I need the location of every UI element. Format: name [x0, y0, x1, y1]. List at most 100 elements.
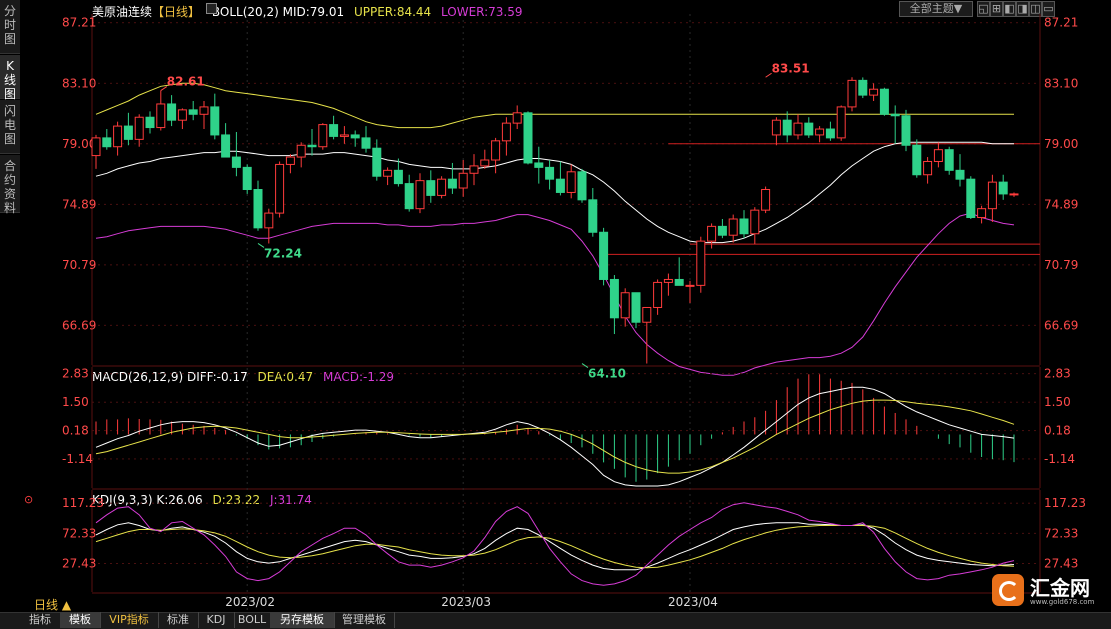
candle-body-75: [901, 115, 911, 146]
candle-body-36: [480, 159, 490, 167]
kdj-ytick-left-2: 27.43: [62, 557, 96, 571]
candle-body-54: [674, 278, 684, 286]
bottom-tab-0[interactable]: 指标: [20, 612, 61, 628]
candle-body-58: [717, 225, 727, 236]
kdj-ytick-right-2: 27.43: [1044, 557, 1078, 571]
candle-body-62: [761, 189, 771, 211]
candle-body-11: [210, 106, 220, 136]
candle-body-82: [977, 208, 987, 219]
bottom-tab-4[interactable]: KDJ: [198, 612, 235, 628]
candle-body-68: [825, 128, 835, 139]
candle-body-33: [447, 178, 457, 189]
kdj-ytick-right-1: 72.33: [1044, 526, 1078, 540]
candle-body-85: [1009, 193, 1019, 196]
candle-body-41: [534, 162, 544, 168]
candle-body-28: [393, 169, 403, 185]
bottom-tab-6[interactable]: 另存模板: [270, 612, 335, 628]
candle-body-22: [329, 124, 339, 137]
macd-ytick-left-0: 2.83: [62, 367, 89, 381]
macd-ytick-right-3: -1.14: [1044, 452, 1075, 466]
candle-body-26: [372, 147, 382, 177]
candle-body-52: [653, 281, 663, 308]
candle-body-60: [739, 218, 749, 235]
candle-body-59: [728, 218, 738, 236]
candle-body-65: [793, 122, 803, 136]
candle-body-13: [231, 156, 241, 168]
macd-ytick-left-1: 1.50: [62, 395, 89, 409]
candle-body-45: [577, 171, 587, 201]
kdj-d-line: [95, 525, 1015, 569]
candle-body-21: [318, 124, 328, 148]
candle-body-57: [707, 225, 717, 242]
macd-ytick-right-2: 0.18: [1044, 424, 1071, 438]
candle-body-48: [609, 278, 619, 319]
candle-body-39: [512, 112, 522, 124]
candle-body-34: [458, 172, 468, 189]
candle-body-73: [879, 88, 889, 115]
site-logo: 汇金网 www.gold678.com: [992, 572, 1102, 608]
candle-body-31: [426, 180, 436, 196]
bottom-tab-1[interactable]: 模板: [60, 612, 101, 628]
candle-body-43: [555, 178, 565, 193]
candle-body-76: [912, 144, 922, 176]
macd-ytick-right-1: 1.50: [1044, 395, 1071, 409]
candle-body-30: [415, 180, 425, 210]
bottom-tab-7[interactable]: 管理模板: [334, 612, 395, 628]
main-ytick-left-4: 70.79: [62, 258, 96, 272]
candle-body-17: [275, 163, 285, 214]
chart-stage: 分时图K线图闪电图合约资料 美原油连续【日线】 BOLL(20,2) MID:7…: [0, 0, 1111, 629]
candle-body-20: [307, 144, 317, 148]
candle-body-3: [123, 125, 133, 140]
candle-body-23: [339, 134, 349, 137]
x-tick-2: 2023/04: [668, 595, 718, 609]
candle-body-70: [847, 79, 857, 108]
macd-ytick-left-3: -1.14: [62, 452, 93, 466]
candle-body-29: [404, 183, 414, 210]
period-selector[interactable]: 日线 ▲: [34, 596, 71, 613]
main-ytick-left-3: 74.89: [62, 197, 96, 211]
candle-body-42: [545, 166, 555, 180]
main-ytick-right-3: 74.89: [1044, 197, 1078, 211]
candle-body-14: [242, 166, 252, 191]
candle-body-8: [177, 109, 187, 121]
bottom-tab-3[interactable]: 标准: [158, 612, 199, 628]
candle-body-2: [113, 125, 123, 148]
candle-body-35: [469, 165, 479, 174]
candle-body-61: [750, 209, 760, 235]
candle-body-4: [134, 116, 144, 140]
candle-body-71: [858, 79, 868, 96]
candle-body-56: [696, 240, 706, 286]
macd-ytick-right-0: 2.83: [1044, 367, 1071, 381]
candle-body-44: [566, 171, 576, 193]
kdj-ytick-right-0: 117.23: [1044, 496, 1086, 510]
candle-body-12: [221, 134, 231, 158]
bottom-tab-2[interactable]: VIP指标: [100, 612, 159, 628]
candle-body-32: [437, 178, 447, 196]
candle-body-74: [890, 113, 900, 117]
candle-body-15: [253, 189, 263, 229]
kdj-j-line: [95, 502, 1015, 586]
candle-body-25: [361, 137, 371, 149]
annotation-label-1: 72.24: [264, 246, 302, 260]
candle-body-24: [350, 134, 360, 139]
candle-body-80: [955, 169, 965, 180]
candle-body-72: [869, 88, 879, 96]
candle-body-81: [966, 178, 976, 219]
main-ytick-right-1: 83.10: [1044, 76, 1078, 90]
x-tick-1: 2023/03: [441, 595, 491, 609]
chart-svg: 87.21 87.21 83.10 83.10 79.00 79.00 74.89 74.89…: [62, 14, 1086, 612]
bottom-tab-5[interactable]: BOLL: [234, 612, 271, 628]
candle-body-46: [588, 199, 598, 233]
x-tick-0: 2023/02: [225, 595, 275, 609]
candle-body-63: [771, 119, 781, 136]
candle-body-47: [599, 231, 609, 280]
main-ytick-left-5: 66.69: [62, 318, 96, 332]
boll-lower-line: [95, 212, 1015, 376]
main-ytick-right-2: 79.00: [1044, 137, 1078, 151]
main-ytick-left-2: 79.00: [62, 137, 96, 151]
candle-body-67: [815, 128, 825, 136]
candle-body-9: [188, 109, 198, 115]
candle-body-5: [145, 116, 155, 129]
macd-ytick-left-2: 0.18: [62, 424, 89, 438]
main-ytick-right-4: 70.79: [1044, 258, 1078, 272]
